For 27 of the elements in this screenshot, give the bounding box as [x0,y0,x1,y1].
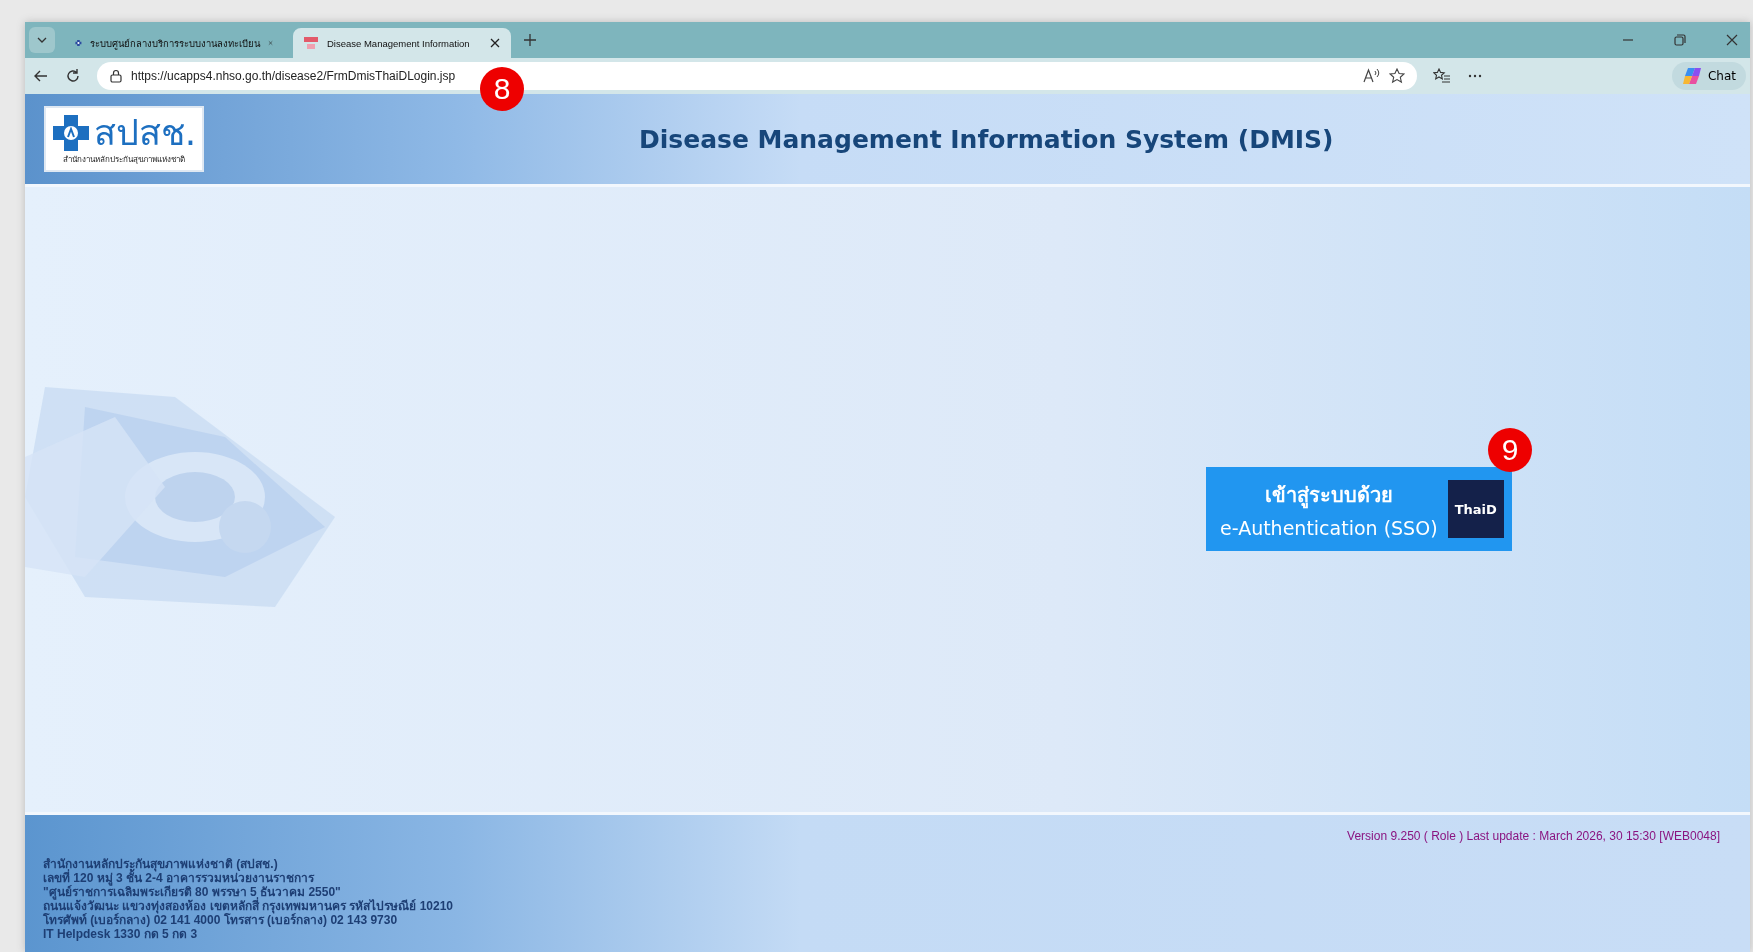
close-icon[interactable] [1726,34,1738,46]
browser-tab[interactable]: Disease Management Information [293,28,511,58]
favorites-icon[interactable] [1433,68,1451,84]
tab-title: Disease Management Information [327,37,471,49]
reload-icon[interactable] [65,68,81,84]
thaid-logo: ThaiD [1447,480,1504,538]
page-title: Disease Management Information System (DMIS) [639,124,1334,154]
logo-text: สปสช. [93,112,197,153]
step-number-badge: 9 [1488,428,1532,472]
restore-icon[interactable] [1674,34,1686,46]
back-arrow-icon[interactable] [33,68,49,84]
cross-logo-icon [51,113,90,152]
copilot-icon [1681,66,1702,86]
address-text: สำนักงานหลักประกันสุขภาพแห่งชาติ (สปสช.) เลขที่ 120 หมู่ 3 ชั้น 2-4 อาคารรวมหน่วยงานราชการ "ศูนย์ราชการเฉลิมพระเกียรติ 80 พรรษา 5 ธันวาคม 2550" ถนนแจ้งวัฒนะ แขวงทุ่งสองห้อง เขตหลักสี่ กรุงเทพมหานคร รหัสไปรษณีย์ 10210 โทรศัพท์ (เบอร์กลาง) 02 141 4000 โทรสาร (เบอร์กลาง) 02 143 9730 IT Helpdesk 1330 กด 5 กด 3 [43,857,454,941]
thaid-login-button[interactable]: เข้าสู่ระบบด้วย e-Authentication (SSO) ThaiD [1206,467,1512,551]
url-text: https://ucapps4.nhso.go.th/disease2/FrmDmisThaiDLogin.jsp [131,69,456,83]
lock-icon [109,69,123,83]
logo-subtitle: สำนักงานหลักประกันสุขภาพแห่งชาติ [63,153,185,166]
read-aloud-icon[interactable] [1363,68,1381,84]
tab-title: ระบบศูนย์กลางบริการระบบงานลงทะเบียน [89,36,260,51]
close-icon[interactable] [489,37,501,49]
star-icon[interactable] [1389,68,1405,84]
chat-button[interactable]: Chat [1671,62,1746,90]
version-text: Version 9.250 ( Role ) Last update : March 2026, 30 15:30 [WEB0048] [1347,829,1720,843]
new-tab-icon[interactable] [523,33,537,47]
browser-tab[interactable]: ระบบศูนย์กลางบริการระบบงานลงทะเบียน [65,28,283,58]
site-favicon-icon [303,35,319,51]
